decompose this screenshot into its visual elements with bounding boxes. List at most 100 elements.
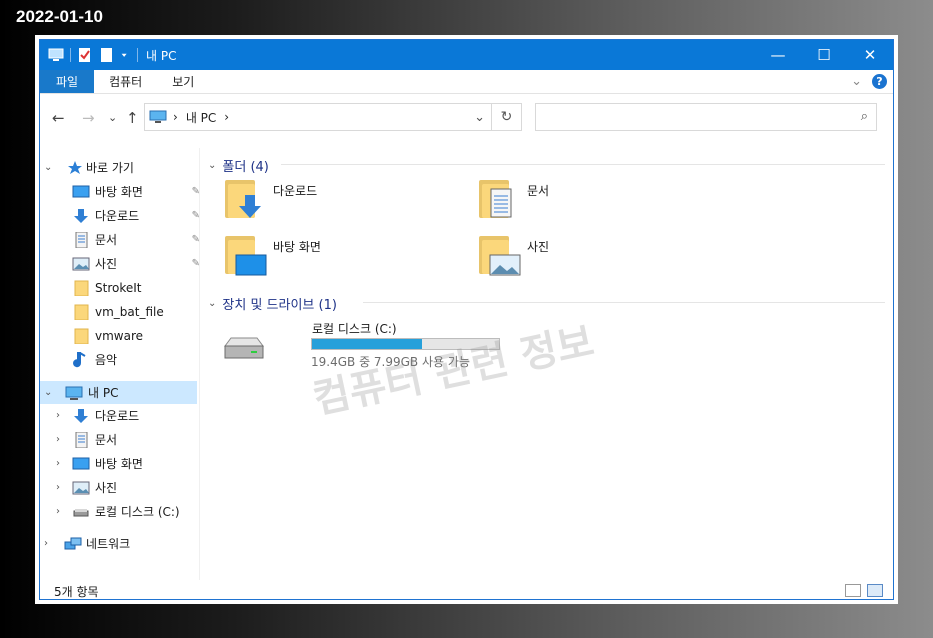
content-pane: ⌄ 폴더 (4) 다운로드 문서 바탕 화면 사진 ⌄ 장치 및 드라이브 (1… bbox=[201, 148, 893, 580]
pictures-icon bbox=[489, 254, 521, 276]
nav-label: 다운로드 bbox=[95, 209, 140, 223]
pin-icon[interactable]: ✎ bbox=[192, 210, 200, 221]
chevron-right-icon[interactable]: › bbox=[56, 458, 66, 469]
folder-label: 바탕 화면 bbox=[273, 240, 321, 254]
folder-label: 문서 bbox=[527, 184, 550, 198]
download-icon bbox=[74, 408, 88, 423]
recent-locations-button[interactable]: ⌄ bbox=[108, 111, 117, 124]
breadcrumb-this-pc[interactable]: 내 PC bbox=[186, 109, 216, 126]
ribbon-tabs: 파일 컴퓨터 보기 ⌄ ? bbox=[40, 70, 893, 94]
document-icon bbox=[75, 431, 88, 448]
sidebar-item-local-disk[interactable]: › 로컬 디스크 (C:) bbox=[40, 500, 200, 523]
new-folder-icon[interactable] bbox=[99, 47, 115, 63]
sidebar-item-network[interactable]: › 네트워크 bbox=[40, 532, 200, 555]
folder-tile-downloads[interactable]: 다운로드 bbox=[225, 180, 455, 228]
help-icon[interactable]: ? bbox=[872, 74, 887, 89]
window-title: 내 PC bbox=[146, 48, 177, 63]
nav-label: 바탕 화면 bbox=[95, 457, 143, 471]
maximize-button[interactable]: ☐ bbox=[801, 40, 847, 70]
address-dropdown-icon[interactable]: ⌄ bbox=[474, 110, 485, 125]
folder-tile-desktop[interactable]: 바탕 화면 bbox=[225, 236, 455, 284]
back-button[interactable]: ← bbox=[52, 109, 65, 127]
tab-computer[interactable]: 컴퓨터 bbox=[94, 70, 157, 93]
expand-ribbon-icon[interactable]: ⌄ bbox=[851, 74, 862, 89]
pin-icon[interactable]: ✎ bbox=[192, 186, 200, 197]
sidebar-item-vm-bat-file[interactable]: vm_bat_file bbox=[40, 300, 200, 323]
document-icon bbox=[490, 188, 512, 218]
computer-icon bbox=[65, 386, 83, 400]
chevron-right-icon[interactable]: › bbox=[56, 506, 66, 517]
sidebar-item-desktop[interactable]: 바탕 화면 ✎ bbox=[40, 180, 200, 203]
explorer-window: 내 PC — ☐ ✕ 파일 컴퓨터 보기 ⌄ ? ← → ⌄ ↑ › 내 PC … bbox=[35, 35, 898, 604]
quick-access-toolbar bbox=[40, 40, 144, 70]
chevron-right-icon[interactable]: › bbox=[56, 482, 66, 493]
sidebar-item-vmware[interactable]: vmware bbox=[40, 324, 200, 347]
nav-label: 음악 bbox=[95, 353, 118, 367]
desktop-icon bbox=[72, 457, 90, 469]
chevron-down-icon[interactable]: ⌄ bbox=[44, 387, 54, 398]
address-bar[interactable]: › 내 PC › ⌄ bbox=[144, 103, 492, 131]
address-row: ← → ⌄ ↑ › 내 PC › ⌄ ↻ ⌕ bbox=[40, 95, 893, 139]
pictures-icon bbox=[72, 257, 90, 270]
breadcrumb-separator[interactable]: › bbox=[173, 110, 178, 124]
sidebar-item-documents[interactable]: 문서 ✎ bbox=[40, 228, 200, 251]
nav-quick-access[interactable]: ⌄ 바로 가기 bbox=[40, 156, 200, 179]
large-icons-view-icon[interactable] bbox=[867, 584, 883, 597]
drive-space-text: 19.4GB 중 7.99GB 사용 가능 bbox=[311, 355, 470, 369]
sidebar-item-pc-downloads[interactable]: › 다운로드 bbox=[40, 404, 200, 427]
sidebar-item-music[interactable]: 음악 bbox=[40, 348, 200, 371]
status-bar: 5개 항목 bbox=[40, 580, 893, 602]
tab-view[interactable]: 보기 bbox=[157, 70, 209, 93]
group-title: 폴더 (4) bbox=[222, 160, 269, 175]
pin-icon[interactable]: ✎ bbox=[192, 234, 200, 245]
chevron-down-icon[interactable]: ⌄ bbox=[208, 298, 216, 309]
chevron-right-icon[interactable]: › bbox=[44, 538, 54, 549]
sidebar-item-pc-documents[interactable]: › 문서 bbox=[40, 428, 200, 451]
details-view-icon[interactable] bbox=[845, 584, 861, 597]
chevron-down-icon[interactable]: ⌄ bbox=[208, 160, 216, 171]
minimize-button[interactable]: — bbox=[755, 40, 801, 70]
group-divider bbox=[281, 164, 885, 165]
sidebar-item-pictures[interactable]: 사진 ✎ bbox=[40, 252, 200, 275]
breadcrumb-separator[interactable]: › bbox=[224, 110, 229, 124]
capacity-bar-fill bbox=[312, 339, 423, 349]
chevron-right-icon[interactable]: › bbox=[56, 410, 66, 421]
navigation-pane: ⌄ 바로 가기 바탕 화면 ✎ 다운로드 ✎ 문서 ✎ 사진 ✎ StrokeI… bbox=[40, 148, 200, 580]
close-button[interactable]: ✕ bbox=[847, 40, 893, 70]
nav-label: StrokeIt bbox=[95, 280, 142, 295]
properties-icon[interactable] bbox=[77, 47, 93, 63]
chevron-right-icon[interactable]: › bbox=[56, 434, 66, 445]
search-icon: ⌕ bbox=[860, 109, 868, 124]
nav-label: 바탕 화면 bbox=[95, 185, 143, 199]
sidebar-item-downloads[interactable]: 다운로드 ✎ bbox=[40, 204, 200, 227]
sidebar-item-strokeit[interactable]: StrokeIt bbox=[40, 276, 200, 299]
customize-chevron-icon[interactable] bbox=[121, 47, 131, 63]
up-button[interactable]: ↑ bbox=[126, 109, 139, 127]
nav-label: 네트워크 bbox=[86, 537, 131, 551]
folder-icon bbox=[74, 280, 89, 296]
music-icon bbox=[73, 351, 86, 367]
group-header-drives[interactable]: ⌄ 장치 및 드라이브 (1) bbox=[208, 294, 337, 313]
refresh-button[interactable]: ↻ bbox=[492, 103, 522, 131]
folder-label: 사진 bbox=[527, 240, 550, 254]
nav-label: 다운로드 bbox=[95, 409, 140, 423]
group-title: 장치 및 드라이브 (1) bbox=[222, 298, 337, 313]
nav-label: 바로 가기 bbox=[86, 161, 134, 175]
download-icon bbox=[74, 208, 88, 223]
nav-label: vmware bbox=[95, 328, 144, 343]
sidebar-item-pc-desktop[interactable]: › 바탕 화면 bbox=[40, 452, 200, 475]
folder-tile-documents[interactable]: 문서 bbox=[479, 180, 709, 228]
nav-label: 문서 bbox=[95, 433, 118, 447]
nav-label: 내 PC bbox=[88, 386, 119, 400]
sidebar-item-this-pc[interactable]: ⌄ 내 PC bbox=[40, 381, 197, 404]
forward-button[interactable]: → bbox=[82, 109, 95, 127]
drive-label: 로컬 디스크 (C:) bbox=[312, 322, 397, 336]
pin-icon[interactable]: ✎ bbox=[192, 258, 200, 269]
tab-file[interactable]: 파일 bbox=[40, 70, 95, 93]
group-header-folders[interactable]: ⌄ 폴더 (4) bbox=[208, 156, 269, 175]
search-input[interactable]: ⌕ bbox=[535, 103, 877, 131]
chevron-down-icon[interactable]: ⌄ bbox=[44, 162, 54, 173]
folder-tile-pictures[interactable]: 사진 bbox=[479, 236, 709, 284]
desktop-icon bbox=[235, 254, 267, 276]
sidebar-item-pc-pictures[interactable]: › 사진 bbox=[40, 476, 200, 499]
